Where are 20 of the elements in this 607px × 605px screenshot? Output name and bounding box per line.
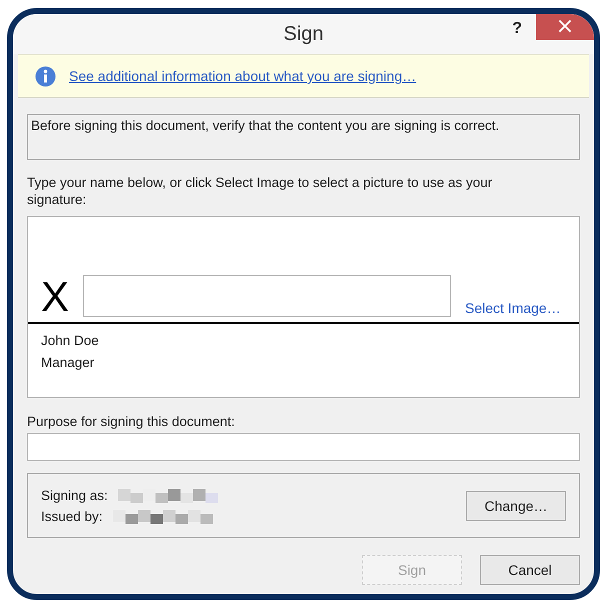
select-image-link[interactable]: Select Image… <box>465 300 561 316</box>
signature-mark: X <box>41 277 70 317</box>
window-title: Sign <box>283 23 324 46</box>
signer-title: Manager <box>40 354 94 372</box>
dialog-button[interactable]: Cancel <box>480 555 580 585</box>
certificate-label: Issued by: <box>41 508 103 524</box>
notice-text: Before signing this document, verify that the content you are signing is correct. <box>27 114 580 160</box>
redacted-value-icon <box>118 487 218 503</box>
purpose-label: Purpose for signing this document: <box>27 414 236 429</box>
certificate-label: Signing as: <box>41 488 108 502</box>
redacted-value-icon <box>112 508 213 524</box>
change-button[interactable]: Change… <box>466 490 566 520</box>
help-button[interactable]: ? <box>508 18 526 40</box>
signature-name-field[interactable] <box>83 275 451 317</box>
close-button[interactable]: × <box>536 14 594 40</box>
info-icon <box>35 66 56 86</box>
purpose-field[interactable] <box>27 433 580 461</box>
signer-name: John Doe <box>40 332 99 350</box>
info-link[interactable]: See additional information about what you are signing… <box>69 68 416 84</box>
instruction-text: Type your name below, or click Select Image to select a picture to use as your signature: <box>27 174 494 208</box>
